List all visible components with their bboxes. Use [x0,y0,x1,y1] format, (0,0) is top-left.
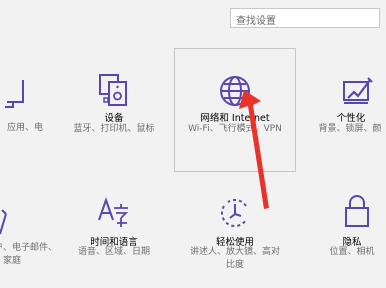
tile-network-internet[interactable]: 网络和 Internet Wi-Fi、飞行模式、VPN [174,48,296,172]
tile-ease-of-access[interactable]: 轻松使用 讲述人、放大镜、高对 比度 [174,178,296,288]
tile-accounts[interactable]: 户、电子邮件、 、家庭 [0,178,57,288]
accounts-icon [0,208,50,236]
tile-privacy-desc: 位置、相机 [329,247,375,257]
tile-time-language[interactable]: 时间和语言 语音、区域、日期 [62,178,166,288]
devices-icon [62,74,166,106]
privacy-lock-icon [312,194,386,228]
tile-devices-desc: 蓝牙、打印机、鼠标 [73,124,155,134]
tile-accounts-desc: 户、电子邮件、 、家庭 [0,243,58,266]
tile-time-language-desc: 语音、区域、日期 [77,247,150,257]
tile-personalization-title: 个性化 [336,113,366,124]
tile-devices-title: 设备 [104,113,124,124]
tile-ease-desc: 讲述人、放大镜、高对 比度 [189,247,280,270]
globe-icon [175,75,295,107]
search-placeholder: 查找设置 [236,16,276,27]
tile-network-title: 网络和 Internet [200,113,270,124]
personalization-icon [312,76,386,106]
system-icon [0,76,50,110]
tile-system[interactable]: 应用、电 [0,48,50,178]
ease-of-access-icon [174,198,296,228]
tile-personalization[interactable]: 个性化 背景、锁屏、颜 [312,48,386,178]
tile-devices[interactable]: 设备 蓝牙、打印机、鼠标 [62,48,166,178]
tile-personalization-desc: 背景、锁屏、颜 [318,124,382,134]
tile-system-desc: 应用、电 [6,123,43,133]
time-language-icon [62,194,166,230]
tile-privacy[interactable]: 隐私 位置、相机 [312,178,386,288]
search-input[interactable]: 查找设置 [230,8,380,28]
tile-network-desc: Wi-Fi、飞行模式、VPN [188,124,282,134]
